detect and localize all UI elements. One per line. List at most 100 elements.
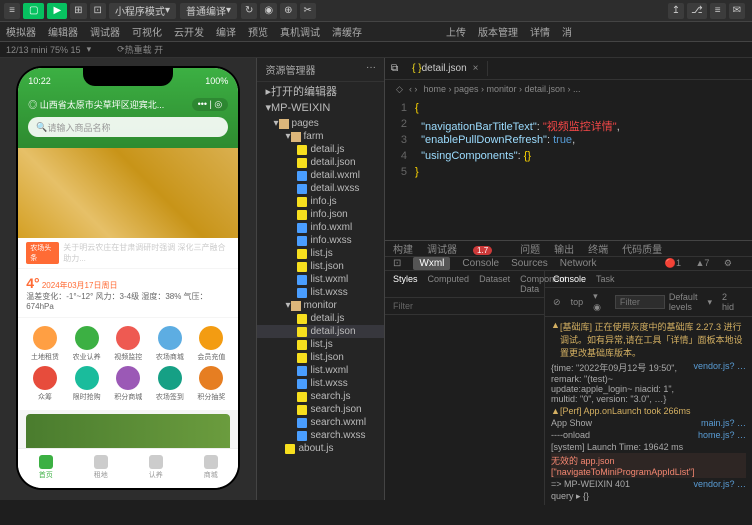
computed-tab[interactable]: Computed	[428, 274, 470, 294]
file-list.wxml[interactable]: list.wxml	[257, 273, 384, 286]
cut-icon[interactable]: ✂	[300, 3, 316, 19]
tab-debugger[interactable]: 调试器	[90, 24, 120, 39]
file-pages[interactable]: ▾ pages	[257, 117, 384, 130]
sub-console[interactable]: Console	[462, 258, 499, 269]
tab-simulator[interactable]: 模拟器	[6, 24, 36, 39]
file-list.json[interactable]: list.json	[257, 260, 384, 273]
action-compile[interactable]: 编译	[216, 24, 236, 39]
nav-item[interactable]: 租地	[73, 449, 128, 488]
file-list.wxss[interactable]: list.wxss	[257, 377, 384, 390]
code-editor[interactable]: 12345 { "navigationBarTitleText": "视频监控详…	[385, 98, 752, 240]
sub-wxml[interactable]: Wxml	[413, 257, 450, 270]
action-preview[interactable]: 预览	[248, 24, 268, 39]
explorer-more-icon[interactable]: ···	[366, 62, 376, 77]
close-tab-icon[interactable]: ×	[473, 63, 479, 74]
context-select[interactable]: top	[571, 297, 584, 307]
file-about.js[interactable]: about.js	[257, 442, 384, 455]
action-upload[interactable]: 上传	[446, 24, 466, 39]
dtab-debugger[interactable]: 调试器1.7	[427, 241, 506, 256]
location-text[interactable]: ◎ 山西省太原市尖草坪区迎宾北...	[28, 98, 164, 111]
inspect-icon[interactable]: ⊡	[393, 258, 401, 269]
open-editors-section[interactable]: ▸ 打开的编辑器	[257, 82, 384, 100]
action-debug[interactable]: 真机调试	[280, 24, 320, 39]
file-search.wxml[interactable]: search.wxml	[257, 416, 384, 429]
banner-image[interactable]	[18, 148, 238, 238]
tab-cloud[interactable]: 云开发	[174, 24, 204, 39]
copy-icon[interactable]: ⧉	[391, 63, 398, 74]
grid-item[interactable]: 积分抽奖	[193, 366, 231, 402]
run-button[interactable]: ▶	[47, 3, 67, 19]
styles-tab[interactable]: Styles	[393, 274, 418, 294]
style-filter[interactable]: Filter	[385, 298, 544, 315]
news-bar[interactable]: 农场头条关于明云农庄在甘肃调研时强调 深化三产融合 助力...	[18, 238, 238, 268]
file-detail.js[interactable]: detail.js	[257, 143, 384, 156]
file-info.json[interactable]: info.json	[257, 208, 384, 221]
tab-visual[interactable]: 可视化	[132, 24, 162, 39]
grid-item[interactable]: 视频监控	[109, 326, 147, 362]
file-list.json[interactable]: list.json	[257, 351, 384, 364]
grid-item[interactable]: 众筹	[26, 366, 64, 402]
file-detail.wxss[interactable]: detail.wxss	[257, 182, 384, 195]
tool-button[interactable]: ⊞	[70, 3, 86, 19]
nav-item[interactable]: 认养	[128, 449, 183, 488]
search-input[interactable]: 🔍 请输入商品名称	[28, 117, 228, 137]
grid-item[interactable]: 农业认养	[68, 326, 106, 362]
nav-item[interactable]: 首页	[18, 449, 73, 488]
file-list.js[interactable]: list.js	[257, 247, 384, 260]
file-info.wxss[interactable]: info.wxss	[257, 234, 384, 247]
action-version[interactable]: 版本管理	[478, 24, 518, 39]
error-count[interactable]: 🔴1 ▲7 ⚙	[665, 258, 732, 269]
mode-select[interactable]: 小程序模式 ▾	[109, 3, 176, 19]
grid-item[interactable]: 土地租赁	[26, 326, 64, 362]
console-filter[interactable]	[615, 295, 665, 309]
dataset-tab[interactable]: Dataset	[479, 274, 510, 294]
levels-select[interactable]: Default levels	[669, 292, 698, 312]
bookmark-icon[interactable]: ◇	[396, 84, 403, 95]
file-search.wxss[interactable]: search.wxss	[257, 429, 384, 442]
compile-select[interactable]: 普通编译 ▾	[180, 3, 237, 19]
dtab-output[interactable]: 输出	[554, 241, 574, 256]
dtab-quality[interactable]: 代码质量	[622, 241, 662, 256]
tab-editor[interactable]: 编辑器	[48, 24, 78, 39]
promo-image[interactable]	[26, 414, 230, 448]
upload-icon[interactable]: ↥	[668, 3, 684, 19]
file-detail.json[interactable]: detail.json	[257, 156, 384, 169]
vcs-icon[interactable]: ⎇	[687, 3, 707, 19]
file-list.wxml[interactable]: list.wxml	[257, 364, 384, 377]
file-detail.wxml[interactable]: detail.wxml	[257, 169, 384, 182]
dtab-build[interactable]: 构建	[393, 241, 413, 256]
sub-sources[interactable]: Sources	[511, 258, 548, 269]
bug-icon[interactable]: ⊕	[280, 3, 296, 19]
file-search.json[interactable]: search.json	[257, 403, 384, 416]
grid-item[interactable]: 限时抢购	[68, 366, 106, 402]
action-msg[interactable]: 消	[562, 24, 572, 39]
project-button[interactable]: ▢	[23, 3, 44, 19]
file-info.js[interactable]: info.js	[257, 195, 384, 208]
detail-icon[interactable]: ≡	[710, 3, 726, 19]
file-monitor[interactable]: ▾ monitor	[257, 299, 384, 312]
eye-icon[interactable]: ◉	[260, 3, 277, 19]
action-detail[interactable]: 详情	[530, 24, 550, 39]
grid-item[interactable]: 会员充值	[193, 326, 231, 362]
capsule-menu[interactable]: ••• | ◎	[192, 98, 229, 111]
msg-icon[interactable]: ✉	[729, 3, 745, 19]
dtab-terminal[interactable]: 终端	[588, 241, 608, 256]
file-detail.js[interactable]: detail.js	[257, 312, 384, 325]
grid-item[interactable]: 农场签到	[151, 366, 189, 402]
action-clear[interactable]: 清缓存	[332, 24, 362, 39]
menu-button[interactable]: ≡	[4, 3, 20, 19]
file-search.js[interactable]: search.js	[257, 390, 384, 403]
clear-console-icon[interactable]: ⊘	[553, 297, 561, 308]
sub-network[interactable]: Network	[560, 258, 597, 269]
task-tab[interactable]: Task	[596, 274, 615, 284]
file-info.wxml[interactable]: info.wxml	[257, 221, 384, 234]
nav-item[interactable]: 商城	[183, 449, 238, 488]
tool-button-2[interactable]: ⊡	[90, 3, 106, 19]
dtab-issues[interactable]: 问题	[520, 241, 540, 256]
file-detail.json[interactable]: detail.json	[257, 325, 384, 338]
editor-tab[interactable]: { } detail.json×	[404, 61, 487, 76]
file-list.wxss[interactable]: list.wxss	[257, 286, 384, 299]
console-tab[interactable]: Console	[553, 274, 586, 284]
file-list.js[interactable]: list.js	[257, 338, 384, 351]
breadcrumb[interactable]: ◇‹ › home › pages › monitor › detail.jso…	[385, 80, 752, 98]
